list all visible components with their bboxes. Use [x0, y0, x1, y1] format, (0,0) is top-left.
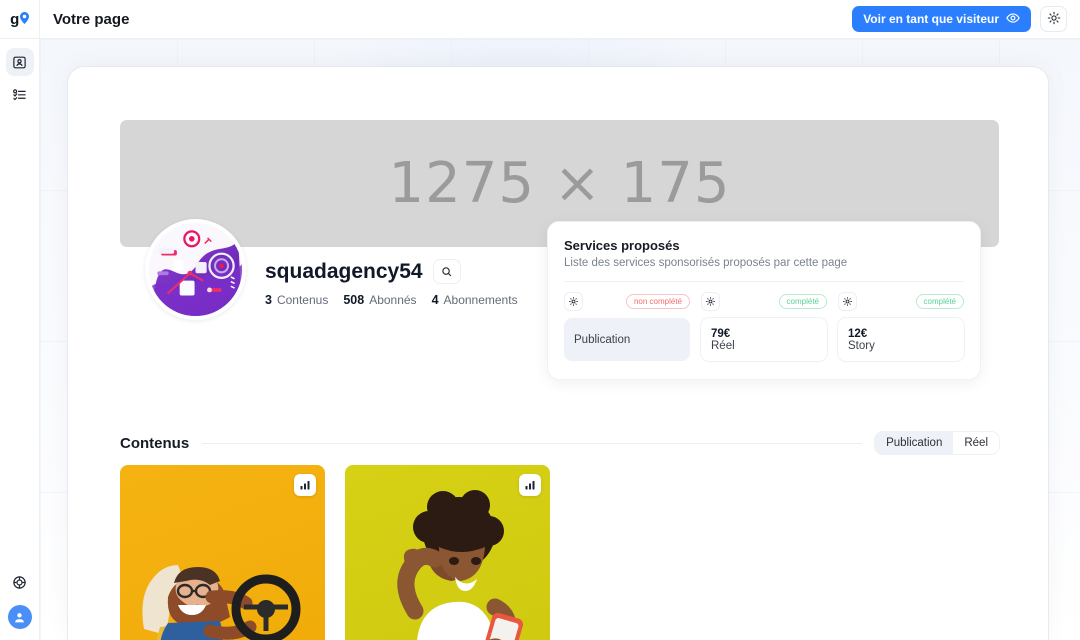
sidebar-bottom	[7, 575, 32, 640]
stat-value: 4	[431, 293, 439, 307]
service-item-header: non complété	[564, 292, 690, 311]
avatar[interactable]	[7, 605, 32, 629]
service-card[interactable]: 79€ Réel	[701, 318, 827, 361]
stat-value: 3	[265, 293, 272, 307]
top-bar-actions: Voir en tant que visiteur	[852, 6, 1080, 32]
content-thumbnail[interactable]	[120, 465, 325, 640]
service-item: non complété Publication	[564, 292, 690, 361]
header-title: Votre page	[53, 10, 130, 28]
divider	[202, 442, 863, 444]
contenus-section-header: Contenus Publication Réel	[120, 432, 999, 454]
content-grid	[120, 465, 550, 640]
content-thumbnail[interactable]	[345, 465, 550, 640]
service-item: complété 12€ Story	[838, 292, 964, 361]
sidebar-item-contact-card[interactable]	[5, 48, 34, 76]
banner-size-label: 1275 × 175	[388, 151, 731, 216]
content-type-tabs: Publication Réel	[875, 432, 999, 454]
services-title: Services proposés	[564, 238, 680, 253]
services-subtitle: Liste des services sponsorisés proposés …	[564, 257, 848, 269]
sidebar	[0, 39, 40, 640]
status-badge: non complété	[625, 294, 690, 309]
view-as-visitor-label: Voir en tant que visiteur	[863, 12, 999, 26]
services-list: non complété Publication complété 79€ Ré…	[564, 292, 964, 361]
view-as-visitor-button[interactable]: Voir en tant que visiteur	[852, 6, 1031, 32]
sun-icon	[1047, 11, 1061, 28]
services-card: Services proposés Liste des services spo…	[548, 222, 980, 379]
tab-reel[interactable]: Réel	[953, 432, 999, 454]
location-pin-icon	[19, 11, 29, 24]
avatar-illustration	[149, 223, 242, 316]
stat-contenus: 3 Contenus	[265, 293, 328, 307]
bar-chart-icon[interactable]	[519, 474, 541, 496]
service-item-header: complété	[701, 292, 827, 311]
eye-icon	[1006, 11, 1020, 28]
divider	[564, 281, 964, 282]
theme-toggle-button[interactable]	[1040, 6, 1067, 32]
search-icon[interactable]	[432, 259, 461, 284]
service-price: 79€	[711, 327, 731, 340]
app-logo[interactable]: g	[0, 0, 40, 39]
stat-value: 508	[343, 293, 365, 307]
avatar[interactable]	[145, 219, 246, 320]
status-badge: complété	[778, 294, 827, 309]
page-title: squadagency54	[265, 259, 423, 283]
logo-mark: g	[10, 11, 29, 28]
stat-label: Abonnés	[369, 293, 417, 307]
section-title: Contenus	[120, 434, 190, 452]
service-item-header: complété	[838, 292, 964, 311]
profile-info: squadagency54 3 Contenus 508 Abonnés 4 A…	[265, 259, 518, 307]
app-root: 1275 × 175 squadagency54 3 Contenus 508 …	[0, 0, 1080, 640]
gear-icon[interactable]	[564, 292, 583, 311]
logo-text: g	[10, 10, 19, 28]
profile-stats: 3 Contenus 508 Abonnés 4 Abonnements	[265, 293, 518, 307]
target-help-icon[interactable]	[12, 575, 27, 595]
gear-icon[interactable]	[701, 292, 720, 311]
tab-publication[interactable]: Publication	[875, 432, 954, 454]
sidebar-item-list[interactable]	[6, 80, 34, 108]
service-item: complété 79€ Réel	[701, 292, 827, 361]
status-badge: complété	[915, 294, 964, 309]
stat-abonnes: 508 Abonnés	[343, 293, 416, 307]
profile-name-row: squadagency54	[265, 259, 518, 284]
service-type: Story	[848, 339, 875, 352]
stat-label: Abonnements	[443, 293, 518, 307]
bar-chart-icon[interactable]	[294, 474, 316, 496]
stat-label: Contenus	[276, 293, 329, 307]
stat-abonnements: 4 Abonnements	[432, 293, 518, 307]
service-card[interactable]: Publication	[564, 318, 690, 361]
gear-icon[interactable]	[838, 292, 857, 311]
top-bar: g Votre page Voir en tant que visiteur	[0, 0, 1080, 39]
service-card[interactable]: 12€ Story	[838, 318, 964, 361]
service-type: Publication	[574, 333, 631, 346]
service-price: 12€	[848, 327, 868, 340]
service-type: Réel	[711, 339, 735, 352]
